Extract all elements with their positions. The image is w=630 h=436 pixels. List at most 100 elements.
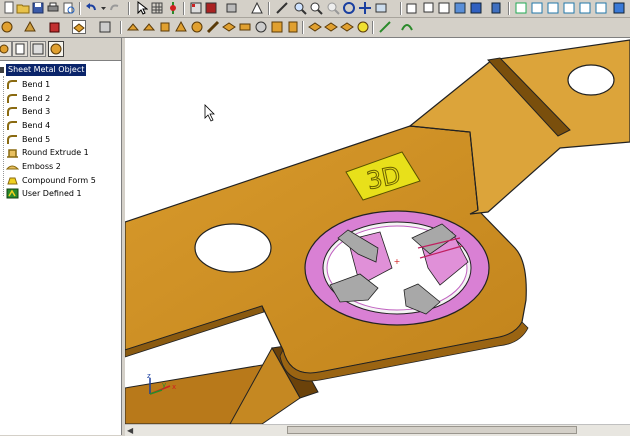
- tool-flat-icon[interactable]: [340, 20, 354, 34]
- feature-tree-panel: Sheet Metal Object Bend 1 Bend 2 Bend 3 …: [0, 38, 122, 435]
- tab-browser-icon[interactable]: [0, 41, 12, 57]
- emboss-icon: [6, 165, 19, 170]
- tree-item-round-extrude-1[interactable]: Round Extrude 1: [0, 146, 121, 159]
- zoom-icon[interactable]: [293, 1, 307, 15]
- tool-round-icon[interactable]: [190, 20, 204, 34]
- tree-item-user-defined-1[interactable]: User Defined 1: [0, 187, 121, 200]
- tool-unfold-icon[interactable]: [308, 20, 322, 34]
- view-grid-icon[interactable]: [189, 1, 203, 15]
- render-icon[interactable]: [204, 1, 218, 15]
- tree-item-label: User Defined 1: [22, 189, 82, 198]
- view-solid-icon[interactable]: [469, 1, 483, 15]
- camera-6-icon[interactable]: [594, 1, 608, 15]
- camera-1-icon[interactable]: [514, 1, 528, 15]
- tree-expand-icon[interactable]: [0, 67, 4, 73]
- tool-refold-icon[interactable]: [324, 20, 338, 34]
- sheet-metal-part-render: 3D + x z y: [125, 39, 630, 424]
- viewport-horizontal-scrollbar[interactable]: ◀: [125, 424, 630, 436]
- scroll-left-arrow-icon[interactable]: ◀: [127, 426, 136, 435]
- print-icon[interactable]: [46, 1, 60, 15]
- smart-dimension-icon[interactable]: [378, 20, 392, 34]
- scrollbar-thumb[interactable]: [287, 426, 577, 434]
- box-icon[interactable]: [48, 20, 62, 34]
- undo-icon[interactable]: [84, 1, 98, 15]
- camera-4-icon[interactable]: [562, 1, 576, 15]
- view-shaded-icon[interactable]: [453, 1, 467, 15]
- camera-3-icon[interactable]: [546, 1, 560, 15]
- triad-z-label: z: [147, 372, 151, 380]
- tool-fold-icon[interactable]: [126, 20, 140, 34]
- tool-bend-icon[interactable]: [142, 20, 156, 34]
- tree-item-label: Bend 2: [22, 94, 51, 103]
- zoom-window-icon[interactable]: [309, 1, 323, 15]
- tree-item-label: Emboss 2: [22, 162, 61, 171]
- mouse-cursor-icon: [204, 104, 215, 122]
- print-preview-icon[interactable]: [62, 1, 76, 15]
- open-folder-icon[interactable]: [16, 1, 30, 15]
- tree-item-bend-3[interactable]: Bend 3: [0, 105, 121, 118]
- view-iso-icon[interactable]: [437, 1, 451, 15]
- tab-catalog-icon[interactable]: [30, 41, 46, 57]
- tool-louver-icon[interactable]: [254, 20, 268, 34]
- round-extrude-icon: [7, 149, 18, 158]
- svg-text:+: +: [394, 257, 401, 266]
- options-icon[interactable]: [98, 20, 112, 34]
- bend-icon: [7, 121, 17, 130]
- rotate-icon[interactable]: [342, 1, 356, 15]
- look-at-icon[interactable]: [374, 1, 388, 15]
- tree-root-sheet-metal-object[interactable]: Sheet Metal Object: [6, 64, 87, 76]
- tree-item-label: Round Extrude 1: [22, 148, 89, 157]
- camera-2-icon[interactable]: [530, 1, 544, 15]
- tool-form-icon[interactable]: [238, 20, 252, 34]
- help-icon[interactable]: [612, 1, 626, 15]
- extrude-icon[interactable]: [23, 20, 37, 34]
- tree-item-bend-5[interactable]: Bend 5: [0, 133, 121, 146]
- triad-x-label: x: [172, 383, 176, 391]
- measure-icon[interactable]: [275, 1, 289, 15]
- pan-icon[interactable]: [358, 1, 372, 15]
- tool-stamp-icon[interactable]: [270, 20, 284, 34]
- new-document-icon[interactable]: [2, 1, 16, 15]
- select-cursor-icon[interactable]: [134, 1, 148, 15]
- tree-item-label: Bend 3: [22, 107, 51, 116]
- zoom-fit-icon[interactable]: [326, 1, 340, 15]
- view-back-icon[interactable]: [421, 1, 435, 15]
- tree-item-bend-1[interactable]: Bend 1: [0, 78, 121, 91]
- view-side-icon[interactable]: [489, 1, 503, 15]
- triball-icon[interactable]: [166, 1, 180, 15]
- curve-icon[interactable]: [400, 20, 414, 34]
- tree-item-compound-form-5[interactable]: Compound Form 5: [0, 174, 121, 187]
- tool-check-icon[interactable]: [356, 20, 370, 34]
- sheet-metal-icon[interactable]: [0, 20, 14, 34]
- tool-flange-icon[interactable]: [158, 20, 172, 34]
- tree-item-label: Compound Form 5: [22, 176, 96, 185]
- triad-y-label: y: [162, 381, 166, 389]
- grid-icon[interactable]: [150, 1, 164, 15]
- display-mode-icon[interactable]: [226, 1, 240, 15]
- tab-design-tree-icon[interactable]: [48, 41, 64, 57]
- view-front-icon[interactable]: [405, 1, 419, 15]
- shape-dropdown[interactable]: [72, 20, 86, 34]
- redo-icon[interactable]: [108, 1, 122, 15]
- tree-item-label: Bend 4: [22, 121, 51, 130]
- bend-icon: [7, 94, 17, 103]
- save-icon[interactable]: [31, 1, 45, 15]
- tree-item-bend-2[interactable]: Bend 2: [0, 92, 121, 105]
- bend-icon: [7, 107, 17, 116]
- 3d-viewport[interactable]: 3D + x z y: [125, 38, 630, 424]
- tree-item-bend-4[interactable]: Bend 4: [0, 119, 121, 132]
- tool-emboss-icon[interactable]: [222, 20, 236, 34]
- tree-item-label: Bend 1: [22, 80, 51, 89]
- tool-rib-icon[interactable]: [286, 20, 300, 34]
- tool-corner-icon[interactable]: [206, 20, 220, 34]
- tab-properties-icon[interactable]: [12, 41, 28, 57]
- tool-hem-icon[interactable]: [174, 20, 188, 34]
- tree-item-emboss-2[interactable]: Emboss 2: [0, 160, 121, 173]
- user-defined-icon: [6, 188, 19, 199]
- camera-5-icon[interactable]: [578, 1, 592, 15]
- tree-icon[interactable]: [250, 1, 264, 15]
- bend-icon: [7, 135, 17, 144]
- compound-form-icon: [7, 177, 18, 185]
- tree-item-label: Bend 5: [22, 135, 51, 144]
- bend-icon: [7, 80, 17, 89]
